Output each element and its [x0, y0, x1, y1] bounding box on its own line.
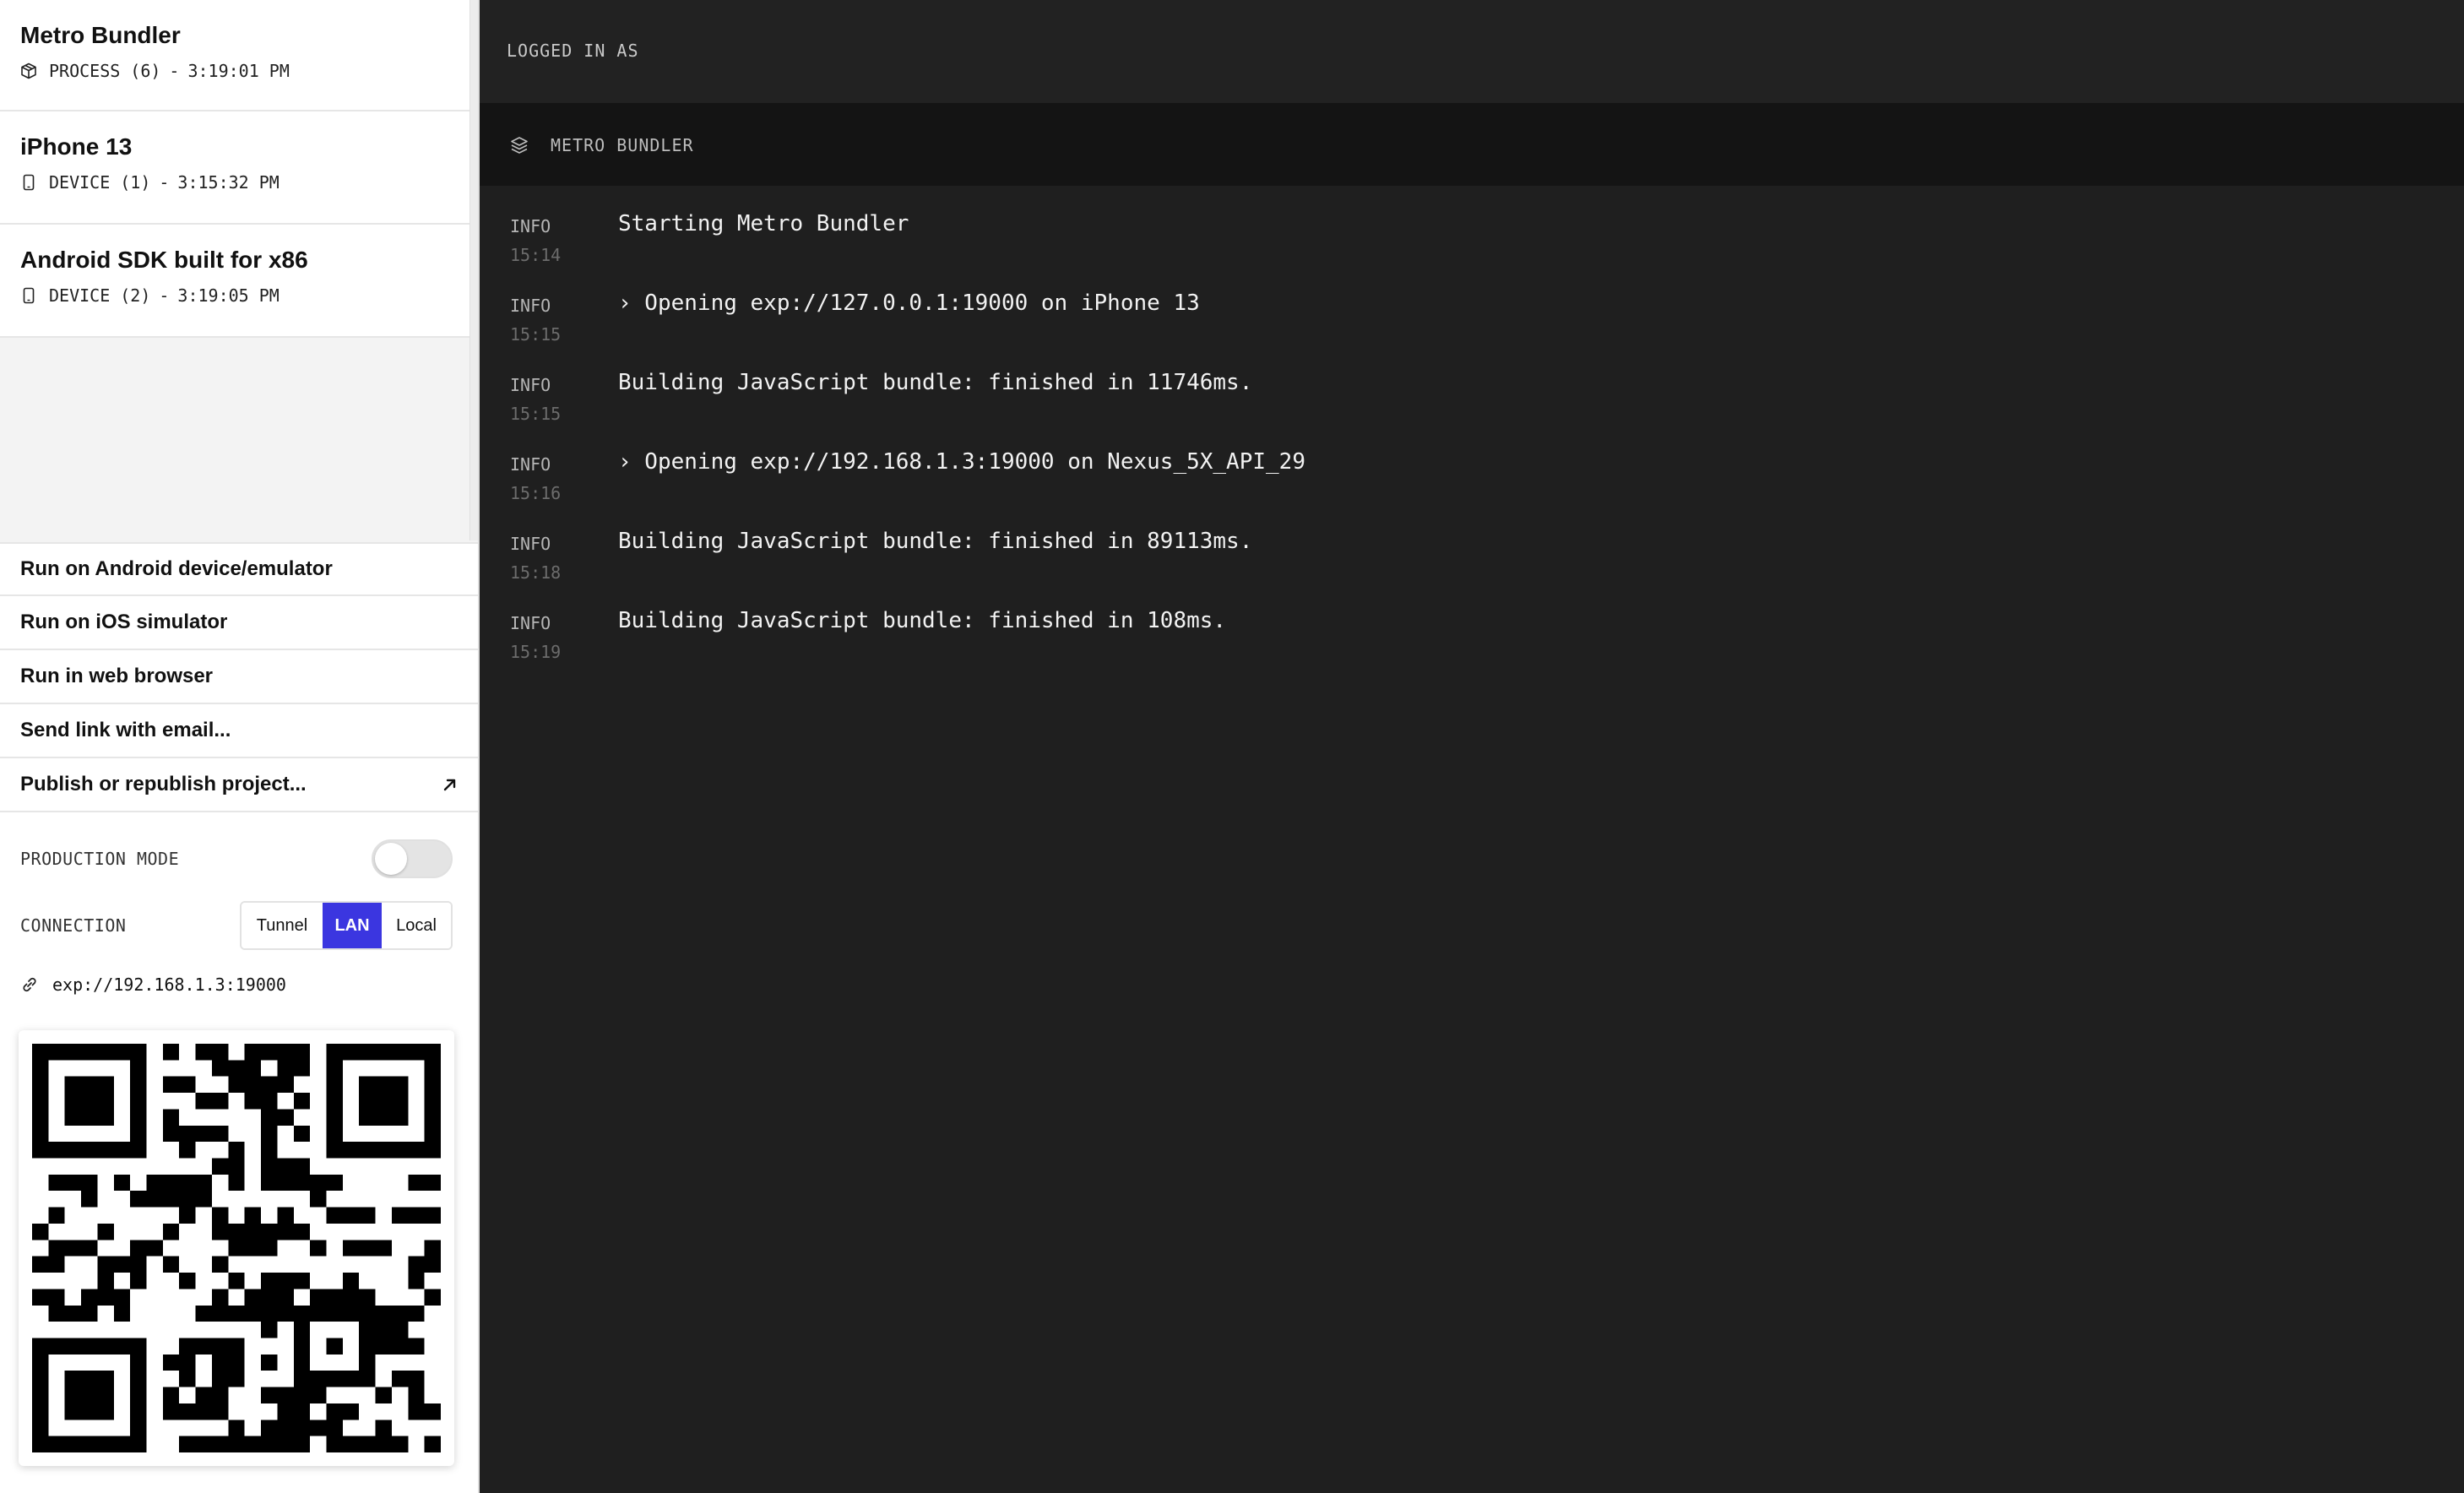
process-time: 3:15:32 PM	[177, 172, 280, 193]
process-meta: DEVICE (1) - 3:15:32 PM	[20, 172, 449, 193]
action-label: Publish or republish project...	[20, 773, 307, 795]
log-level: INFO	[510, 296, 551, 316]
process-id: (6)	[130, 61, 161, 81]
process-title: Android SDK built for x86	[20, 247, 308, 273]
production-mode-label: PRODUCTION MODE	[20, 849, 180, 869]
main-panel: LOGGED IN AS METRO BUNDLER INFO 15:14 St…	[480, 0, 2464, 1493]
log-time: 15:18	[510, 562, 562, 583]
qr-code-card	[19, 1030, 454, 1466]
action-label: Run on iOS simulator	[20, 611, 228, 633]
actions-list: Run on Android device/emulator Run on iO…	[0, 542, 478, 812]
production-mode-toggle[interactable]	[372, 839, 453, 878]
sidebar: Metro Bundler PROCESS (6) - 3:19:01 PM i…	[0, 0, 480, 1493]
action-label: Send link with email...	[20, 719, 231, 741]
log-row: INFO 15:14 Starting Metro Bundler	[510, 211, 2435, 290]
log-time: 15:15	[510, 324, 562, 345]
log-level: INFO	[510, 613, 551, 633]
link-icon	[23, 977, 36, 992]
log-message: Building JavaScript bundle: finished in …	[618, 608, 1227, 633]
log-time: 15:14	[510, 245, 562, 265]
process-item-iphone-13[interactable]: iPhone 13 DEVICE (1) - 3:15:32 PM	[0, 111, 469, 225]
process-title: iPhone 13	[20, 133, 133, 160]
log-time: 15:16	[510, 483, 562, 503]
meta-separator: -	[159, 172, 170, 193]
log-time: 15:15	[510, 404, 562, 424]
log-time: 15:19	[510, 642, 562, 662]
log-level: INFO	[510, 216, 551, 236]
log-list: INFO 15:14 Starting Metro Bundler INFO 1…	[510, 211, 2435, 687]
log-row: INFO 15:15 › Opening exp://127.0.0.1:190…	[510, 290, 2435, 370]
process-id: (1)	[120, 172, 151, 193]
log-message: Building JavaScript bundle: finished in …	[618, 370, 1253, 395]
sidebar-scrollbar[interactable]	[469, 0, 478, 540]
connection-local-button[interactable]: Local	[382, 903, 451, 948]
device-icon	[23, 287, 35, 304]
toggle-knob	[375, 843, 407, 875]
connection-label: CONNECTION	[20, 915, 127, 936]
log-tab-bar: METRO BUNDLER	[480, 103, 2464, 186]
log-message: Starting Metro Bundler	[618, 211, 909, 236]
tab-metro-bundler[interactable]: METRO BUNDLER	[510, 135, 694, 155]
connection-segmented-control: Tunnel LAN Local	[240, 901, 453, 950]
package-icon	[21, 62, 36, 79]
process-time: 3:19:05 PM	[177, 285, 280, 306]
log-level: INFO	[510, 534, 551, 554]
settings-panel: PRODUCTION MODE CONNECTION Tunnel LAN Lo…	[0, 812, 478, 1493]
project-url-row[interactable]: exp://192.168.1.3:19000	[20, 975, 286, 995]
connection-tunnel-button[interactable]: Tunnel	[242, 903, 323, 948]
meta-separator: -	[159, 285, 170, 306]
log-message: Building JavaScript bundle: finished in …	[618, 529, 1253, 554]
project-url: exp://192.168.1.3:19000	[52, 975, 286, 995]
process-meta: DEVICE (2) - 3:19:05 PM	[20, 285, 449, 306]
process-meta: PROCESS (6) - 3:19:01 PM	[20, 61, 449, 81]
log-row: INFO 15:15 Building JavaScript bundle: f…	[510, 370, 2435, 449]
run-android-button[interactable]: Run on Android device/emulator	[0, 542, 478, 596]
connection-lan-button[interactable]: LAN	[323, 903, 382, 948]
log-row: INFO 15:19 Building JavaScript bundle: f…	[510, 608, 2435, 687]
device-icon	[23, 174, 35, 191]
log-message: › Opening exp://192.168.1.3:19000 on Nex…	[618, 449, 1305, 475]
top-bar: LOGGED IN AS	[480, 0, 2464, 103]
process-title: Metro Bundler	[20, 22, 181, 48]
run-web-button[interactable]: Run in web browser	[0, 650, 478, 704]
layers-icon	[511, 137, 528, 154]
action-label: Run on Android device/emulator	[20, 557, 333, 580]
process-time: 3:19:01 PM	[187, 61, 290, 81]
qr-code-icon	[32, 1044, 441, 1452]
publish-button[interactable]: Publish or republish project...	[0, 758, 478, 812]
process-kind: PROCESS	[49, 61, 121, 81]
process-kind: DEVICE	[49, 172, 111, 193]
production-mode-row: PRODUCTION MODE	[20, 838, 453, 880]
log-row: INFO 15:18 Building JavaScript bundle: f…	[510, 529, 2435, 608]
process-kind: DEVICE	[49, 285, 111, 306]
tab-label: METRO BUNDLER	[551, 135, 694, 155]
action-label: Run in web browser	[20, 665, 214, 687]
process-item-metro-bundler[interactable]: Metro Bundler PROCESS (6) - 3:19:01 PM	[0, 0, 469, 111]
log-row: INFO 15:16 › Opening exp://192.168.1.3:1…	[510, 449, 2435, 529]
log-level: INFO	[510, 454, 551, 475]
arrow-up-right-icon	[443, 779, 456, 791]
process-list: Metro Bundler PROCESS (6) - 3:19:01 PM i…	[0, 0, 469, 338]
meta-separator: -	[169, 61, 180, 81]
log-level: INFO	[510, 375, 551, 395]
run-ios-button[interactable]: Run on iOS simulator	[0, 596, 478, 650]
process-id: (2)	[120, 285, 151, 306]
send-link-button[interactable]: Send link with email...	[0, 704, 478, 758]
connection-row: CONNECTION Tunnel LAN Local	[20, 900, 453, 951]
process-item-android-sdk[interactable]: Android SDK built for x86 DEVICE (2) - 3…	[0, 225, 469, 338]
logged-in-label: LOGGED IN AS	[507, 41, 639, 61]
log-message: › Opening exp://127.0.0.1:19000 on iPhon…	[618, 290, 1200, 316]
